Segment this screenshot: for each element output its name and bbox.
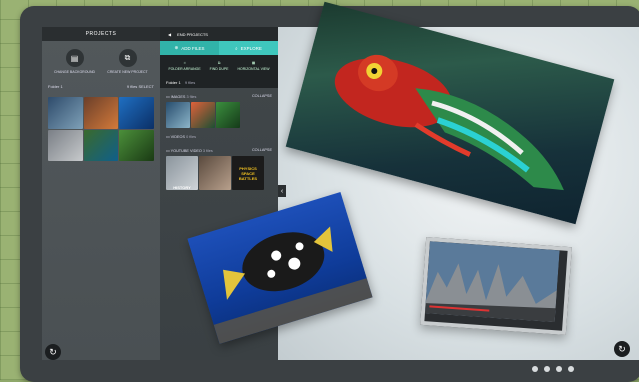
tab-explore[interactable]: ⌕ EXPLORE — [219, 41, 278, 55]
horizontal-view-button[interactable]: ▦ HORIZONTAL VIEW — [237, 61, 269, 71]
change-background-button[interactable]: ▤ CHANGE BACKGROUND — [53, 49, 97, 74]
folder-row[interactable]: Folder 1 9 files SELECT — [42, 74, 160, 91]
page-dot[interactable] — [544, 366, 550, 372]
rotate-icon: ↻ — [49, 346, 57, 357]
thumbnail[interactable]: HISTORY — [166, 156, 198, 190]
arrange-icon: ⌗ — [183, 61, 186, 65]
thumbnail[interactable] — [119, 129, 154, 161]
folder-label: Folder 1 — [48, 84, 63, 89]
folder-count: 9 files — [126, 84, 138, 89]
section-youtube-video[interactable]: ▭ YOUTUBE VIDEO 3 files COLLAPSE — [160, 142, 278, 156]
chevron-left-icon: ‹ — [280, 187, 284, 195]
select-button[interactable]: SELECT — [138, 84, 154, 89]
tool-bar: ⌗ FOLDER ARRANGE ⧉ FIND DUPE ▦ HORIZONTA… — [160, 55, 278, 77]
thumbnail[interactable] — [48, 97, 83, 129]
plus-icon: ⊕ — [174, 45, 179, 50]
projects-title: PROJECTS — [42, 27, 160, 41]
rotate-right-button[interactable]: ↻ — [614, 341, 630, 357]
page-dot[interactable] — [556, 366, 562, 372]
thumbnail[interactable] — [83, 97, 119, 129]
tab-bar: ⊕ ADD FILES ⌕ EXPLORE — [160, 41, 278, 55]
chevron-left-icon: ◀ — [168, 31, 172, 37]
collapse-button[interactable]: COLLAPSE — [252, 94, 272, 99]
page-dot[interactable] — [568, 366, 574, 372]
back-button[interactable]: ◀ END PROJECTS — [160, 27, 278, 41]
images-thumbnails — [160, 102, 278, 128]
grid-icon: ▦ — [251, 61, 256, 65]
image-icon: ▤ — [65, 49, 84, 67]
section-images[interactable]: ▭ IMAGES 3 files COLLAPSE — [160, 88, 278, 102]
new-project-icon: ⧉ — [118, 49, 137, 67]
collapse-button[interactable]: COLLAPSE — [252, 148, 272, 153]
thumbnail[interactable] — [83, 129, 119, 161]
thumbnail[interactable]: PHYSICS SPACE BATTLES — [232, 156, 264, 190]
thumbnail[interactable] — [191, 102, 215, 128]
folder-title: Folder 1 9 files — [160, 77, 278, 88]
search-icon: ⌕ — [235, 45, 238, 51]
page-dot[interactable] — [532, 366, 538, 372]
collapse-panel-toggle[interactable]: ‹ — [278, 185, 286, 197]
section-videos[interactable]: ▭ VIDEOS 0 files — [160, 128, 278, 142]
thumbnail[interactable] — [119, 97, 154, 129]
rotate-icon: ↻ — [618, 343, 626, 354]
tab-add-files[interactable]: ⊕ ADD FILES — [160, 41, 219, 55]
duplicate-icon: ⧉ — [217, 61, 221, 65]
page-indicator — [532, 366, 574, 372]
thumbnail[interactable] — [166, 102, 190, 128]
find-dupe-button[interactable]: ⧉ FIND DUPE — [210, 61, 229, 71]
create-new-project-button[interactable]: ⧉ CREATE NEW PROJECT — [106, 49, 150, 74]
folder-thumbnail-grid[interactable] — [48, 97, 154, 161]
youtube-thumbnails: HISTORY PHYSICS SPACE BATTLES — [160, 156, 278, 190]
rotate-left-button[interactable]: ↻ — [45, 344, 61, 360]
mountain-video-frame — [424, 241, 560, 323]
folder-arrange-button[interactable]: ⌗ FOLDER ARRANGE — [168, 61, 200, 71]
thumbnail[interactable] — [48, 129, 83, 161]
thumbnail[interactable] — [199, 156, 231, 190]
thumbnail[interactable] — [216, 102, 240, 128]
projects-panel: PROJECTS ▤ CHANGE BACKGROUND ⧉ CREATE NE… — [42, 27, 160, 360]
video-player-thumbnail[interactable] — [420, 237, 572, 335]
